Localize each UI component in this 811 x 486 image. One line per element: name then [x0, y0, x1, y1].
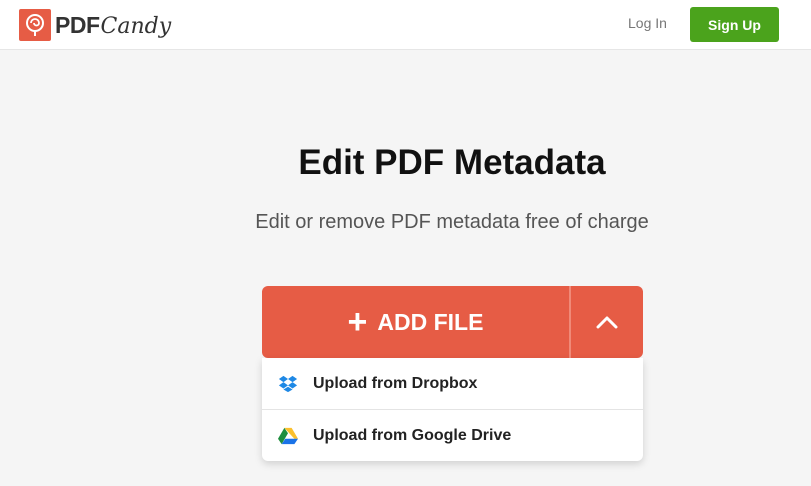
login-link[interactable]: Log In — [628, 15, 667, 31]
plus-icon: + — [347, 303, 368, 341]
page-title: Edit PDF Metadata — [298, 143, 606, 182]
pdfcandy-logo[interactable]: PDF Candy — [19, 9, 171, 41]
upload-from-google-drive-label: Upload from Google Drive — [313, 426, 512, 444]
add-file-label: ADD FILE — [377, 308, 484, 335]
chevron-up-icon — [596, 316, 618, 329]
top-navbar: PDF Candy Log In Sign Up — [0, 0, 811, 50]
page-subtitle: Edit or remove PDF metadata free of char… — [255, 211, 649, 233]
candy-swirl-icon — [19, 9, 51, 41]
add-file-button[interactable]: + ADD FILE — [262, 286, 569, 358]
upload-from-dropbox[interactable]: Upload from Dropbox — [262, 358, 643, 409]
dropbox-icon — [278, 374, 298, 394]
upload-from-google-drive[interactable]: Upload from Google Drive — [262, 409, 643, 461]
add-file-group: + ADD FILE — [262, 286, 643, 358]
google-drive-icon — [278, 426, 298, 446]
logo-pdf-text: PDF — [55, 11, 100, 38]
upload-options-toggle[interactable] — [571, 286, 643, 358]
upload-options-menu: Upload from Dropbox Upload from Google D… — [262, 358, 643, 461]
upload-from-dropbox-label: Upload from Dropbox — [313, 374, 478, 392]
logo-candy-text: Candy — [100, 13, 172, 39]
signup-button[interactable]: Sign Up — [690, 7, 779, 42]
logo-wordmark: PDF Candy — [55, 12, 171, 39]
